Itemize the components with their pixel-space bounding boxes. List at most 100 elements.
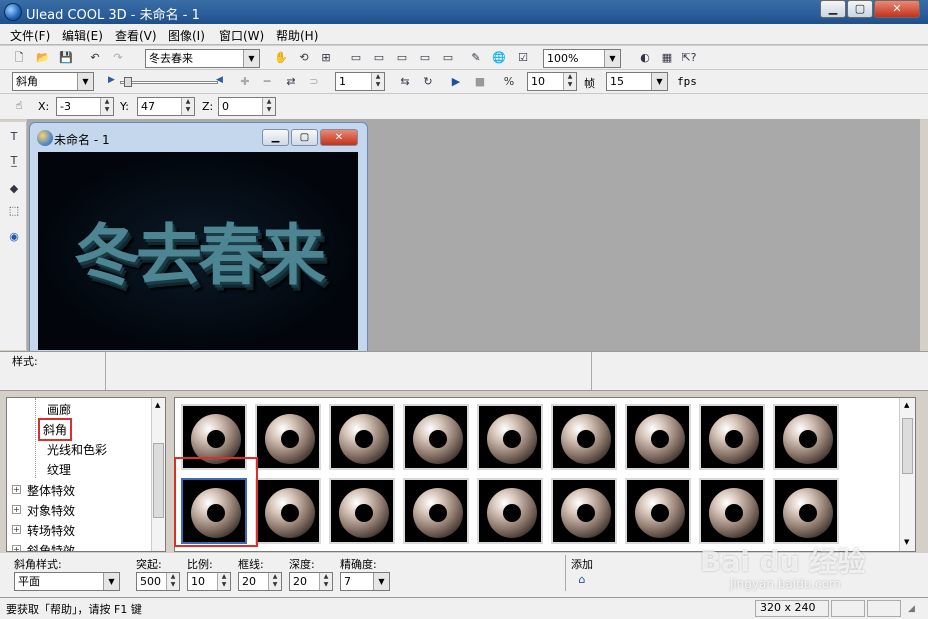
tree-item[interactable]: 画廊 — [47, 401, 71, 418]
bevel-thumbnail[interactable] — [403, 404, 469, 470]
doc-close-button[interactable]: ✕ — [320, 129, 358, 146]
move-hand-icon[interactable]: ☝ — [10, 97, 28, 115]
3d-text[interactable]: 冬去春来 — [38, 202, 358, 298]
tree-item-selected[interactable]: 斜角 — [38, 418, 73, 441]
bevel-style-select[interactable]: 平面 ▼ — [14, 572, 120, 591]
x-spinner[interactable]: -3 ▲ ▼ — [56, 97, 114, 116]
expand-icon[interactable]: + — [12, 545, 21, 551]
z-spinner[interactable]: 0 ▲ ▼ — [218, 97, 276, 116]
reverse-icon[interactable]: ⇄ — [282, 73, 300, 91]
bevel-thumbnail[interactable] — [625, 478, 691, 544]
stop-icon[interactable]: ■ — [471, 73, 489, 91]
bevel-thumbnail[interactable] — [773, 404, 839, 470]
y-spinner[interactable]: 47 ▲ ▼ — [137, 97, 195, 116]
bevel-thumbnail[interactable] — [699, 478, 765, 544]
tree-item[interactable]: 整体特效 — [27, 482, 75, 499]
checkbox-icon[interactable]: ☑ — [514, 49, 532, 67]
bevel-thumbnail[interactable] — [551, 478, 617, 544]
maximize-button[interactable]: ▢ — [847, 0, 873, 18]
tree-item[interactable]: 光线和色彩 — [47, 441, 107, 458]
doc-minimize-button[interactable]: ▁ — [262, 129, 289, 146]
bevel-thumbnail[interactable] — [329, 404, 395, 470]
play-icon[interactable]: ▶ — [447, 73, 465, 91]
speed-spinner[interactable]: 10 ▲ ▼ — [527, 72, 577, 91]
close-button[interactable]: ✕ — [874, 0, 920, 18]
gallery-scrollbar[interactable]: ▲ ▼ — [899, 398, 915, 551]
add-style-icon[interactable]: ⌂ — [573, 571, 591, 589]
border-spinner[interactable]: 20 ▲ ▼ — [238, 572, 282, 591]
bevel-thumbnail[interactable] — [329, 478, 395, 544]
bevel-thumbnail[interactable] — [255, 478, 321, 544]
globe-icon[interactable]: 🌐 — [490, 49, 508, 67]
text-object-select[interactable]: 冬去春来 ▼ — [145, 49, 260, 68]
hand-move-icon[interactable]: ✋ — [272, 49, 290, 67]
minimize-button[interactable]: ▁ — [820, 0, 846, 18]
bevel-thumbnail[interactable] — [255, 404, 321, 470]
select-object-icon[interactable]: ⬚ — [5, 202, 23, 220]
expand-icon[interactable]: + — [12, 485, 21, 494]
percent-icon[interactable]: % — [500, 73, 518, 91]
menu-image[interactable]: 图像(I) — [168, 27, 205, 44]
tree-item[interactable]: 斜角特效 — [27, 542, 75, 551]
bevel-thumbnail[interactable] — [403, 478, 469, 544]
bevel-thumbnail[interactable] — [773, 478, 839, 544]
view-back-icon[interactable]: ▭ — [370, 49, 388, 67]
expand-icon[interactable]: + — [12, 505, 21, 514]
spinner-arrows-icon[interactable]: ▲ ▼ — [166, 573, 179, 590]
precision-select[interactable]: 7 ▼ — [340, 572, 390, 591]
menu-edit[interactable]: 编辑(E) — [62, 27, 103, 44]
spinner-arrows-icon[interactable]: ▲ ▼ — [319, 573, 332, 590]
slider-thumb[interactable] — [124, 77, 132, 87]
menu-view[interactable]: 查看(V) — [115, 27, 157, 44]
pen-icon[interactable]: ✎ — [467, 49, 485, 67]
view-bottom-icon[interactable]: ▭ — [439, 49, 457, 67]
bevel-thumbnail[interactable] — [477, 478, 543, 544]
spinner-arrows-icon[interactable]: ▲ ▼ — [262, 98, 275, 115]
menu-window[interactable]: 窗口(W) — [219, 27, 264, 44]
spinner-arrows-icon[interactable]: ▲ ▼ — [181, 98, 194, 115]
menu-file[interactable]: 文件(F) — [10, 27, 50, 44]
undo-icon[interactable]: ↶ — [86, 49, 104, 67]
spinner-arrows-icon[interactable]: ▲ ▼ — [100, 98, 113, 115]
bevel-thumbnail[interactable] — [477, 404, 543, 470]
scroll-up-icon[interactable]: ▲ — [155, 401, 160, 409]
render-canvas[interactable]: 冬去春来 — [38, 152, 358, 350]
insert-text-icon[interactable]: T — [5, 128, 23, 146]
redo-icon[interactable]: ↷ — [109, 49, 127, 67]
scroll-up-icon[interactable]: ▲ — [904, 401, 909, 409]
bevel-thumbnail[interactable] — [699, 404, 765, 470]
scroll-thumb[interactable] — [902, 418, 913, 474]
loop-icon[interactable]: ⊃ — [305, 73, 323, 91]
spinner-arrows-icon[interactable]: ▲ ▼ — [563, 73, 576, 90]
insert-shape-icon[interactable]: ◆ — [5, 180, 23, 198]
view-front-icon[interactable]: ▭ — [347, 49, 365, 67]
open-icon[interactable]: 📂 — [34, 49, 52, 67]
repeat-icon[interactable]: ↻ — [419, 73, 437, 91]
rotate-icon[interactable]: ⟲ — [295, 49, 313, 67]
save-icon[interactable]: 💾 — [57, 49, 75, 67]
bevel-thumbnail[interactable] — [625, 404, 691, 470]
tree-item[interactable]: 对象特效 — [27, 502, 75, 519]
resize-icon[interactable]: ⊞ — [317, 49, 335, 67]
tree-item[interactable]: 纹理 — [47, 461, 71, 478]
view-top-icon[interactable]: ▭ — [416, 49, 434, 67]
scroll-down-icon[interactable]: ▼ — [904, 538, 909, 546]
menu-help[interactable]: 帮助(H) — [276, 27, 318, 44]
spinner-arrows-icon[interactable]: ▲ ▼ — [371, 73, 384, 90]
tree-scrollbar[interactable]: ▲ — [151, 398, 165, 551]
scale-spinner[interactable]: 10 ▲ ▼ — [187, 572, 231, 591]
zoom-select[interactable]: 100% ▼ — [543, 49, 621, 68]
tree-item[interactable]: 转场特效 — [27, 522, 75, 539]
new-icon[interactable]: 🗋 — [10, 49, 28, 67]
help-pointer-icon[interactable]: ⇱? — [680, 49, 698, 67]
edit-text-icon[interactable]: T̲ — [5, 152, 23, 170]
pingpong-icon[interactable]: ⇆ — [396, 73, 414, 91]
protrude-spinner[interactable]: 500 ▲ ▼ — [136, 572, 180, 591]
camera-icon[interactable]: ◐ — [636, 49, 654, 67]
frame-spinner[interactable]: 1 ▲ ▼ — [335, 72, 385, 91]
bevel-thumbnail[interactable] — [551, 404, 617, 470]
fps-select[interactable]: 15 ▼ — [606, 72, 668, 91]
effect-select[interactable]: 斜角 ▼ — [12, 72, 94, 91]
spinner-arrows-icon[interactable]: ▲ ▼ — [217, 573, 230, 590]
geometry-icon[interactable]: ◉ — [5, 228, 23, 246]
